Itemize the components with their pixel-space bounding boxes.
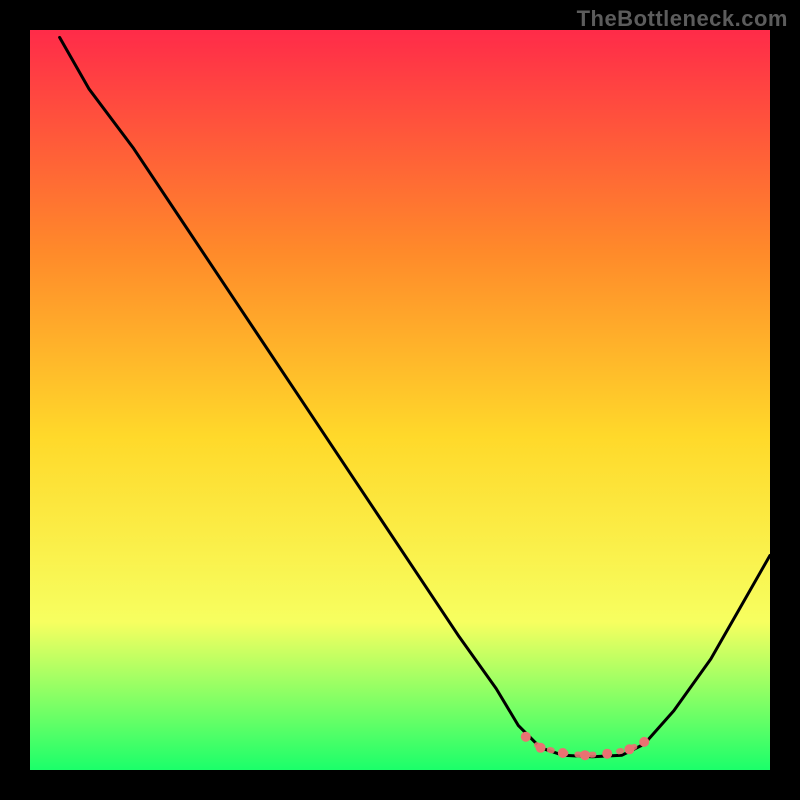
chart-container: TheBottleneck.com	[0, 0, 800, 800]
watermark-text: TheBottleneck.com	[577, 6, 788, 32]
optimal-zone-dot	[639, 737, 649, 747]
bottleneck-chart	[0, 0, 800, 800]
